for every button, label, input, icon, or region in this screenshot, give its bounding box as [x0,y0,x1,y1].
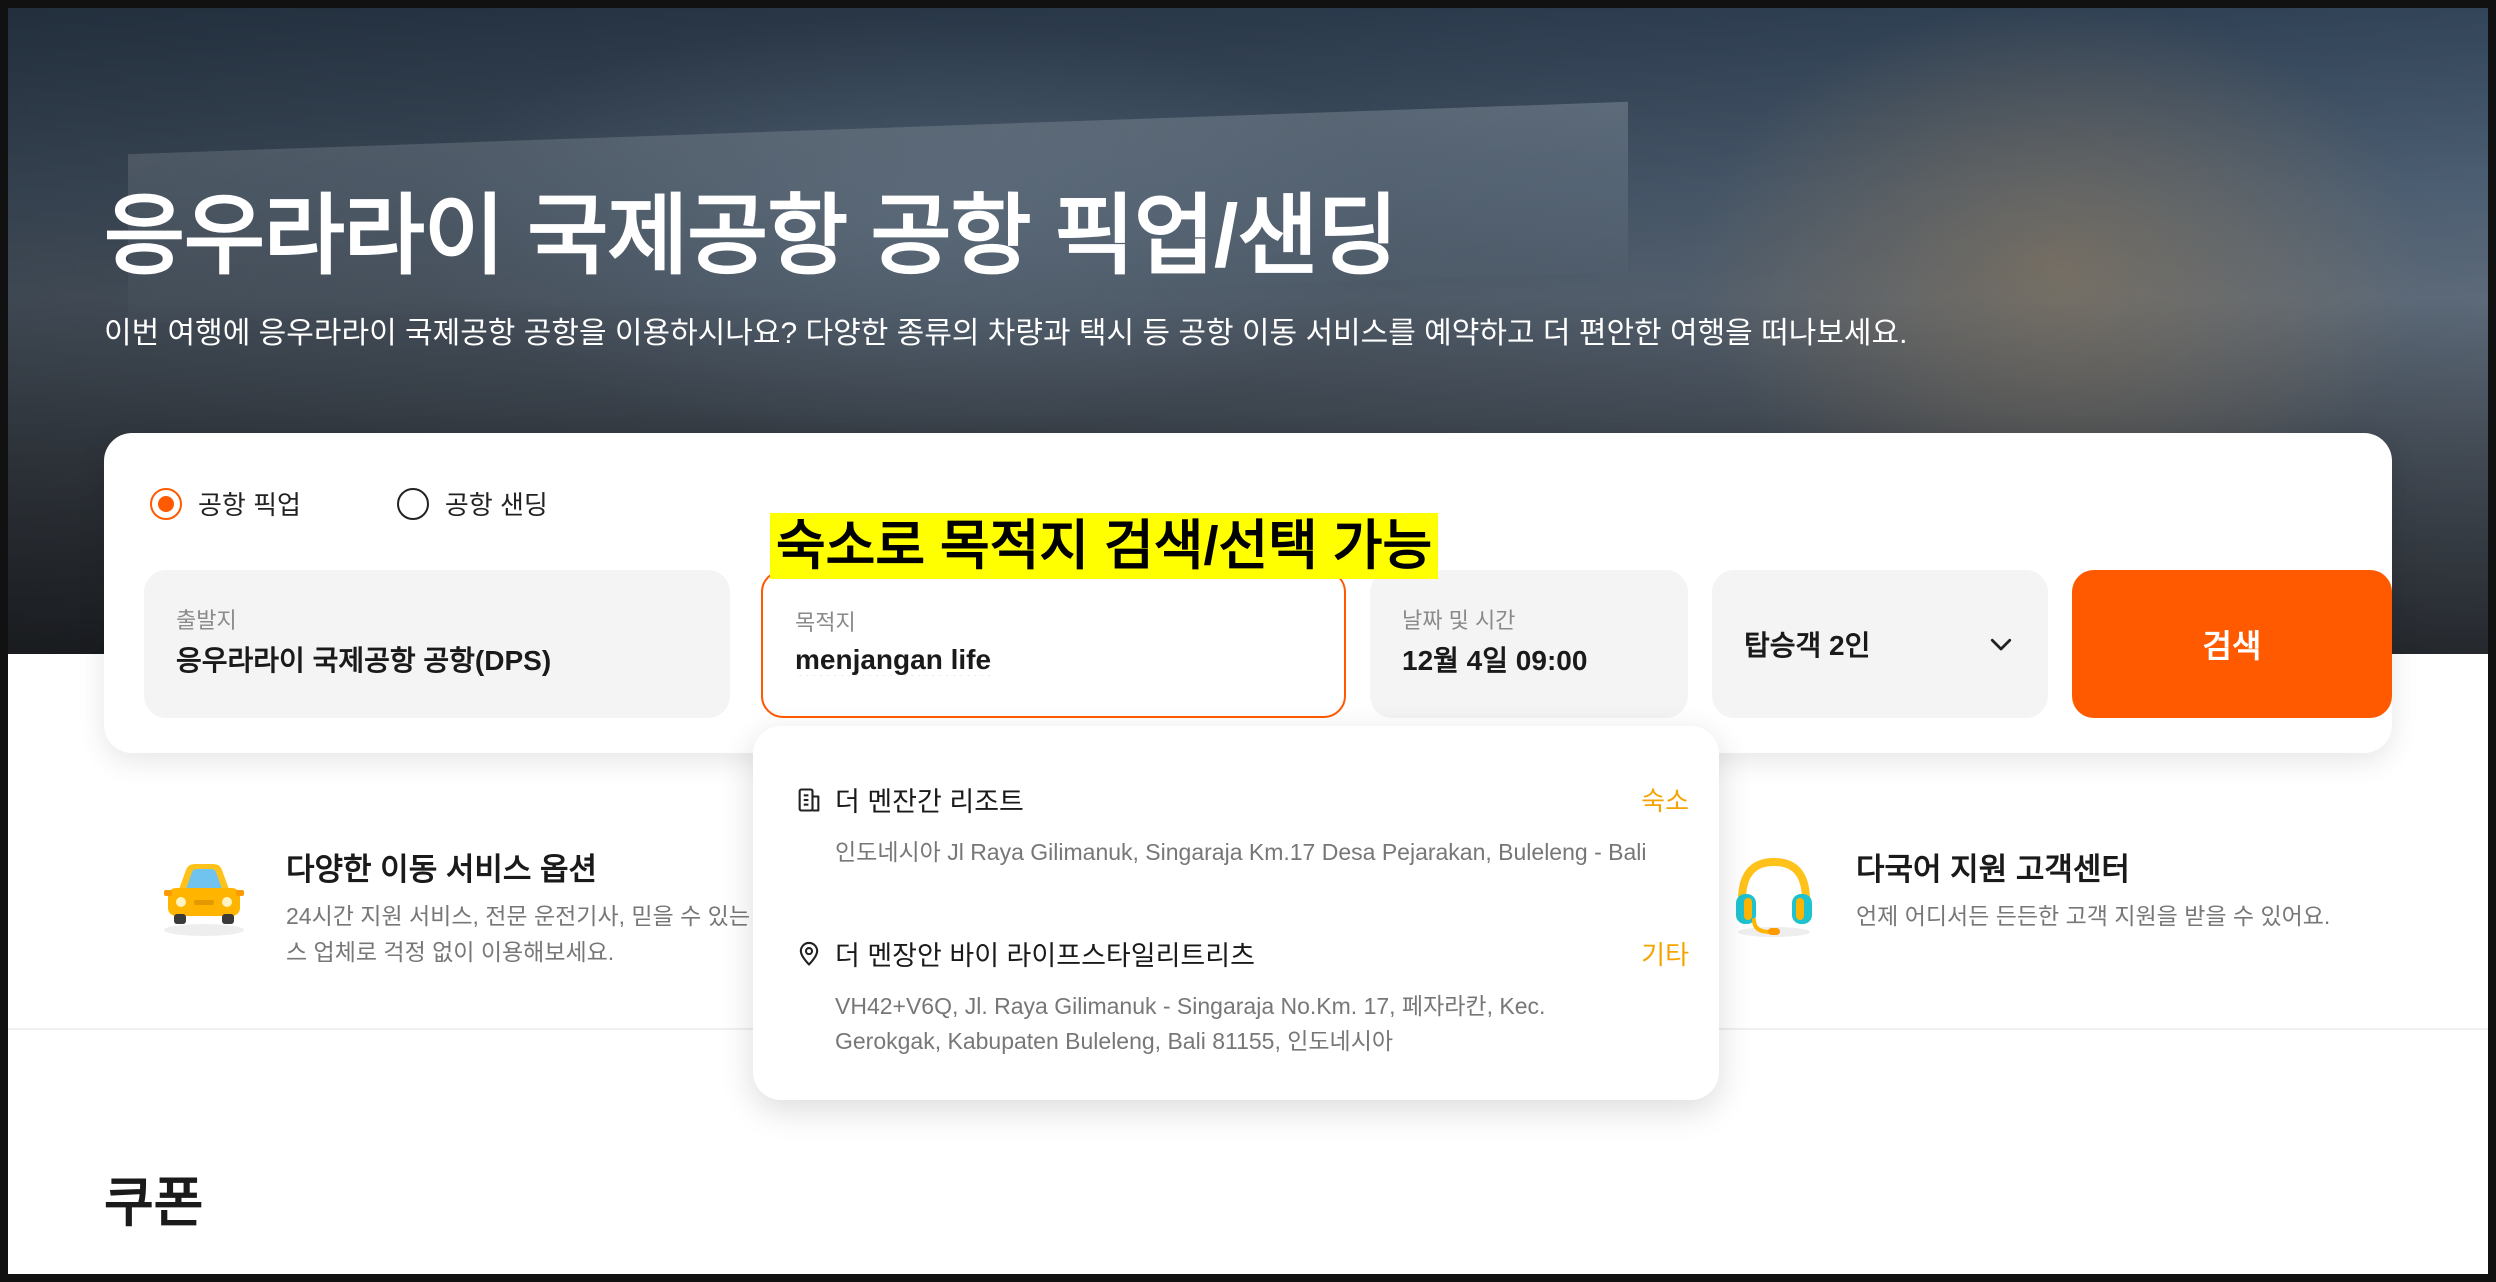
location-pin-icon [799,941,819,966]
chevron-down-icon [1990,638,2012,651]
origin-value: 응우라라이 국제공항 공항(DPS) [176,645,552,676]
feature-description: 언제 어디서든 든든한 고객 지원을 받을 수 있어요. [1856,903,2331,929]
trip-type-radio-group: 공항 픽업 공항 샌딩 [150,485,548,522]
feature-title: 다국어 지원 고객센터 [1856,852,2130,887]
destination-label: 목적지 [795,610,856,635]
coupon-section-title: 쿠폰 [104,1173,204,1233]
feature-description: 24시간 지원 서비스, 전문 운전기사, 믿을 수 있는 서비스 업체로 걱정… [286,903,799,965]
suggestion-name: 더 멘장안 바이 라이프스타일리트리츠 [835,941,1255,971]
radio-checked-icon [150,487,182,520]
suggestion-address: 인도네시아 Jl Raya Gilimanuk, Singaraja Km.17… [835,839,1647,865]
headset-icon [1736,857,1812,937]
origin-label: 출발지 [176,608,237,633]
suggestion-address: VH42+V6Q, Jl. Raya Gilimanuk - Singaraja… [835,993,1546,1054]
passenger-value: 탑승객 2인 [1744,630,1871,661]
page-title: 응우라라이 국제공항 공항 픽업/샌딩 [104,186,1398,285]
datetime-label: 날짜 및 시간 [1402,608,1516,633]
datetime-value: 12월 4일 09:00 [1402,645,1588,676]
radio-airport-pickup[interactable]: 공항 픽업 [150,485,301,522]
radio-airport-sending[interactable]: 공항 샌딩 [396,485,548,522]
suggestion-item[interactable]: 더 멘장안 바이 라이프스타일리트리츠 기타 VH42+V6Q, Jl. Ray… [795,934,1689,1059]
datetime-field[interactable]: 날짜 및 시간 12월 4일 09:00 [1370,570,1688,718]
hero-subtitle: 이번 여행에 응우라라이 국제공항 공항을 이용하시나요? 다양한 종류의 차량… [104,317,1908,350]
destination-field[interactable]: 목적지 [761,570,1346,718]
search-button[interactable]: 검색 [2072,570,2392,718]
transfer-search-card: 공항 픽업 공항 샌딩 출발지 응우라라이 국제공항 공항(DPS) 목적지 날… [104,433,2392,753]
radio-label: 공항 픽업 [198,490,301,520]
suggestion-name: 더 멘잔간 리조트 [835,787,1024,817]
feature-title: 다양한 이동 서비스 옵션 [286,852,598,887]
destination-input[interactable] [795,644,1312,676]
destination-suggestions-dropdown: 더 멘잔간 리조트 숙소 인도네시아 Jl Raya Gilimanuk, Si… [753,726,1719,1100]
annotation-highlight: 숙소로 목적지 검색/선택 가능 [770,513,1439,579]
radio-label: 공항 샌딩 [444,490,548,520]
suggestion-type-badge: 숙소 [1641,786,1689,816]
suggestion-item[interactable]: 더 멘잔간 리조트 숙소 인도네시아 Jl Raya Gilimanuk, Si… [795,780,1689,870]
passenger-select[interactable]: 탑승객 2인 [1712,570,2048,718]
suggestion-type-badge: 기타 [1641,940,1689,970]
origin-field[interactable]: 출발지 응우라라이 국제공항 공항(DPS) [144,570,730,718]
browser-frame: 응우라라이 국제공항 공항 픽업/샌딩 이번 여행에 응우라라이 국제공항 공항… [8,8,2488,1274]
radio-unchecked-icon [396,487,429,520]
hotel-building-icon [798,787,820,812]
car-icon [164,864,244,936]
